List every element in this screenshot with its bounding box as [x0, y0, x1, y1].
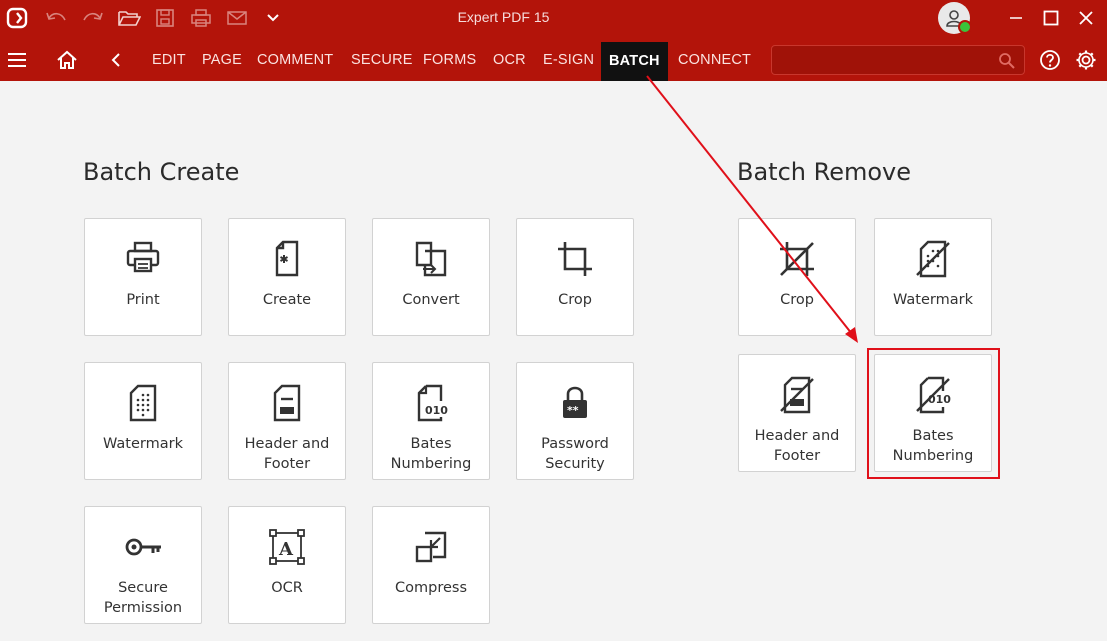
tile-label: Watermark: [893, 292, 973, 308]
batch-remove-title: Batch Remove: [737, 158, 912, 186]
close-button[interactable]: [1073, 6, 1099, 30]
batch-create-password-security-tile[interactable]: ** Password Security: [516, 362, 634, 480]
ribbon-tabs-bar: EDIT PAGE COMMENT SECURE FORMS OCR E-SIG…: [0, 36, 1107, 81]
tile-label-line-2: Numbering: [390, 456, 472, 472]
convert-icon: [373, 239, 489, 279]
tab-secure[interactable]: SECURE: [351, 36, 413, 81]
tile-label-line-2: Footer: [263, 456, 311, 472]
svg-text:A: A: [278, 539, 294, 560]
ocr-icon: A: [229, 527, 345, 567]
tile-label-line-1: Header and: [754, 428, 840, 444]
tile-label: Compress: [395, 580, 467, 596]
watermark-icon: [85, 383, 201, 423]
crop-icon: [517, 239, 633, 279]
batch-create-print-tile[interactable]: Print: [84, 218, 202, 336]
svg-text:**: **: [567, 404, 579, 417]
batch-create-compress-tile[interactable]: Compress: [372, 506, 490, 624]
remove-watermark-icon: [875, 239, 991, 279]
tab-batch[interactable]: BATCH: [601, 42, 668, 81]
batch-create-title: Batch Create: [83, 158, 240, 186]
tab-e-sign[interactable]: E-SIGN: [543, 36, 594, 81]
batch-remove-header-footer-tile[interactable]: Header and Footer: [738, 354, 856, 472]
create-document-icon: [229, 239, 345, 279]
tab-comment[interactable]: COMMENT: [257, 36, 333, 81]
tile-label-line-1: Secure: [118, 580, 168, 596]
tile-label-line-1: Bates: [410, 436, 452, 452]
help-icon[interactable]: [1038, 48, 1062, 72]
batch-create-convert-tile[interactable]: Convert: [372, 218, 490, 336]
batch-create-secure-permission-tile[interactable]: Secure Permission: [84, 506, 202, 624]
user-avatar[interactable]: [938, 2, 972, 34]
title-bar: Expert PDF 15: [0, 0, 1107, 36]
batch-remove-crop-tile[interactable]: Crop: [738, 218, 856, 336]
back-chevron-icon[interactable]: [105, 48, 129, 72]
svg-text:010: 010: [425, 404, 448, 417]
batch-create-ocr-tile[interactable]: A OCR: [228, 506, 346, 624]
tile-label-line-2: Footer: [773, 448, 821, 464]
tab-edit[interactable]: EDIT: [152, 36, 186, 81]
batch-create-create-tile[interactable]: Create: [228, 218, 346, 336]
remove-crop-icon: [739, 239, 855, 279]
minimize-button[interactable]: [1003, 6, 1029, 30]
tab-connect[interactable]: CONNECT: [678, 36, 751, 81]
settings-gear-icon[interactable]: [1074, 48, 1098, 72]
tab-page[interactable]: PAGE: [202, 36, 242, 81]
tile-label: Crop: [780, 292, 814, 308]
tile-label-line-2: Permission: [103, 600, 183, 616]
tile-label: OCR: [271, 580, 303, 596]
tile-label: Watermark: [103, 436, 183, 452]
tile-label: Create: [262, 292, 312, 308]
batch-create-crop-tile[interactable]: Crop: [516, 218, 634, 336]
remove-header-footer-icon: [739, 375, 855, 415]
tile-label: Crop: [558, 292, 592, 308]
online-status-icon: [958, 20, 972, 34]
search-input[interactable]: [778, 50, 992, 72]
tab-ocr[interactable]: OCR: [493, 36, 526, 81]
hamburger-menu-icon[interactable]: [5, 48, 29, 72]
search-box[interactable]: [771, 45, 1025, 75]
bates-numbering-highlight-box: [867, 348, 1000, 479]
bates-numbering-icon: 010: [373, 383, 489, 423]
password-lock-icon: **: [517, 383, 633, 423]
tile-label: Print: [126, 292, 160, 308]
tab-forms[interactable]: FORMS: [423, 36, 476, 81]
tile-label-line-1: Header and: [244, 436, 330, 452]
tile-label-line-2: Security: [545, 456, 605, 472]
compress-icon: [373, 527, 489, 567]
batch-create-header-footer-tile[interactable]: Header and Footer: [228, 362, 346, 480]
tile-label-line-1: Password: [541, 436, 609, 452]
tile-label: Convert: [402, 292, 460, 308]
header-footer-icon: [229, 383, 345, 423]
maximize-button[interactable]: [1038, 6, 1064, 30]
print-icon: [85, 239, 201, 279]
key-icon: [85, 527, 201, 567]
batch-create-watermark-tile[interactable]: Watermark: [84, 362, 202, 480]
batch-create-bates-numbering-tile[interactable]: 010 Bates Numbering: [372, 362, 490, 480]
search-icon[interactable]: [998, 52, 1016, 70]
batch-remove-watermark-tile[interactable]: Watermark: [874, 218, 992, 336]
home-icon[interactable]: [55, 48, 79, 72]
